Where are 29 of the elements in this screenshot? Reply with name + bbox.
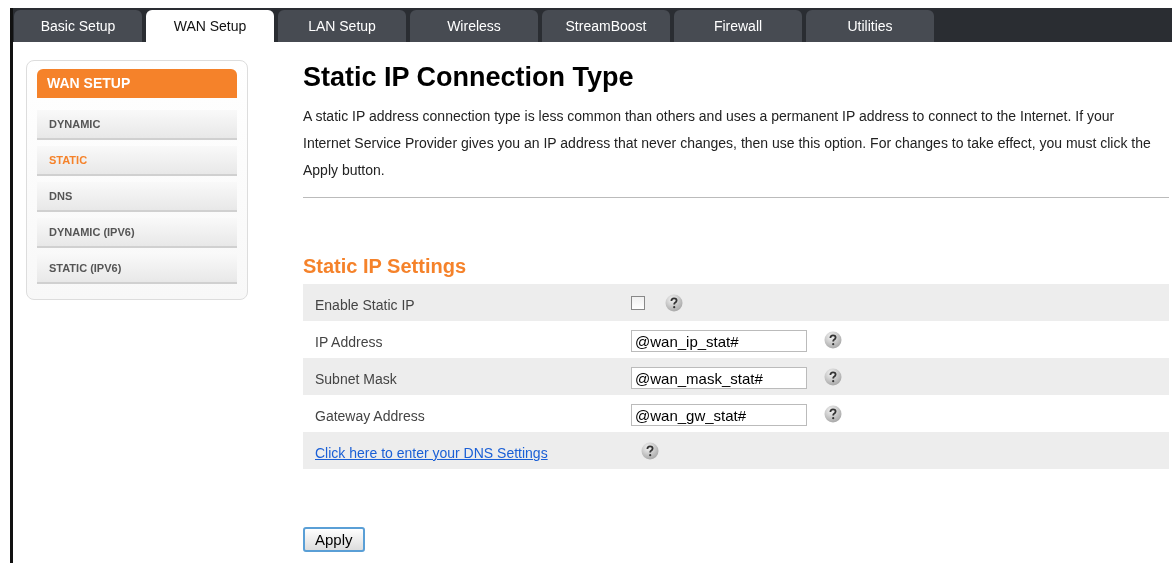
sidebar-title: WAN SETUP xyxy=(37,69,237,98)
nav-tab[interactable]: LAN Setup xyxy=(278,10,406,42)
help-icon[interactable] xyxy=(665,293,683,312)
help-icon[interactable] xyxy=(824,404,842,423)
sidebar-item[interactable]: DYNAMIC (IPV6) xyxy=(37,218,237,248)
dns-settings-link[interactable]: Click here to enter your DNS Settings xyxy=(315,445,548,461)
nav-tab[interactable]: Utilities xyxy=(806,10,934,42)
nav-tab[interactable]: Basic Setup xyxy=(14,10,142,42)
help-icon[interactable] xyxy=(824,367,842,386)
sidebar-item[interactable]: DNS xyxy=(37,182,237,212)
enable-checkbox[interactable] xyxy=(631,295,645,310)
section-title: Static IP Settings xyxy=(303,255,467,278)
field-label: Gateway Address xyxy=(314,408,426,424)
field-label: IP Address xyxy=(314,334,384,350)
field-label: Enable Static IP xyxy=(314,297,416,313)
description-text: A static IP address connection type is less common than others and uses a permanent IP address to connect to the Internet. If your Internet Service Provider gives you an IP address that never changes, then use this option. For changes to take effect, you must click the Apply button. xyxy=(303,107,1152,180)
input-field[interactable]: @wan_ip_stat# xyxy=(631,330,807,352)
page-title: Static IP Connection Type xyxy=(303,62,635,93)
nav-tab[interactable]: WAN Setup xyxy=(146,10,274,42)
apply-button[interactable]: Apply xyxy=(303,527,365,552)
nav-tab[interactable]: Firewall xyxy=(674,10,802,42)
field-label: Subnet Mask xyxy=(314,371,398,387)
input-field[interactable]: @wan_mask_stat# xyxy=(631,367,807,389)
sidebar-item[interactable]: DYNAMIC xyxy=(37,110,237,140)
help-icon[interactable] xyxy=(641,441,659,460)
nav-tab[interactable]: StreamBoost xyxy=(542,10,670,42)
input-field[interactable]: @wan_gw_stat# xyxy=(631,404,807,426)
help-icon[interactable] xyxy=(824,330,842,349)
nav-tab[interactable]: Wireless xyxy=(410,10,538,42)
